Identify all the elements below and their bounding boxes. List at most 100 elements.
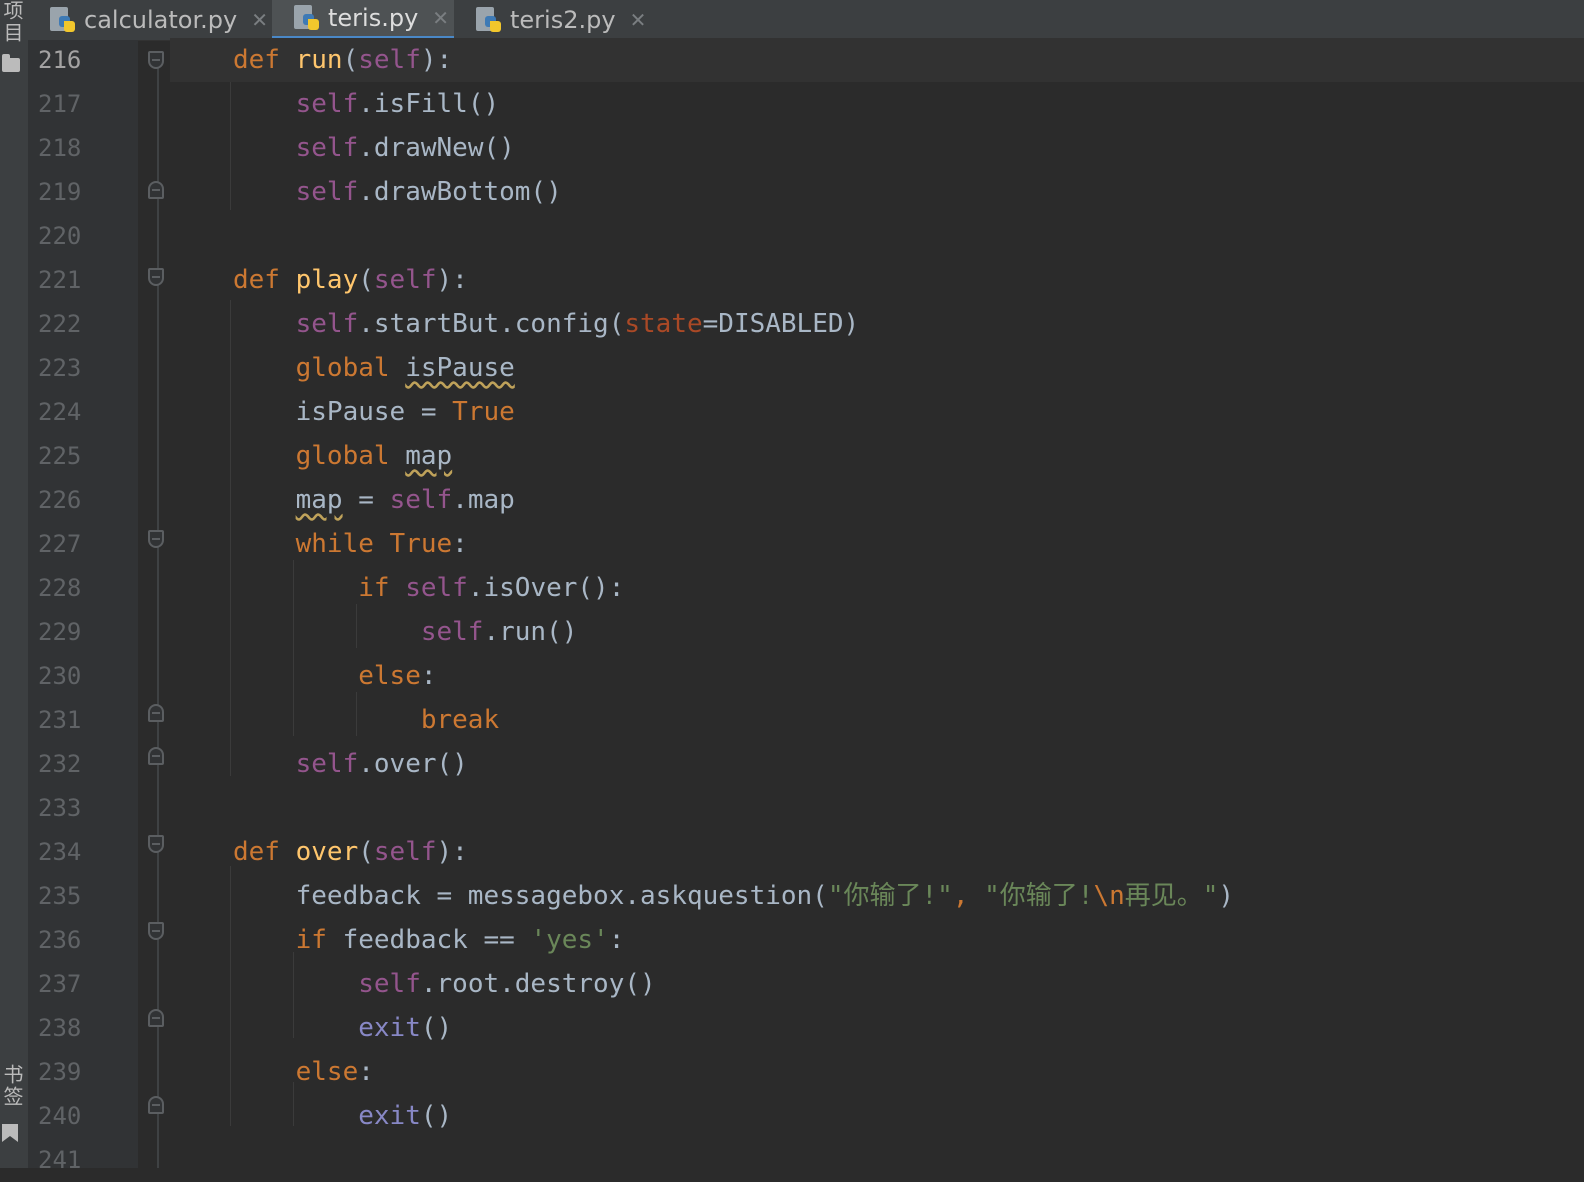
code-token: .drawNew()	[358, 133, 515, 163]
code-line[interactable]	[170, 214, 1584, 258]
fold-marker-icon[interactable]	[148, 530, 164, 548]
code-token: True	[389, 529, 453, 559]
code-token: .root.destroy()	[420, 969, 656, 999]
code-line[interactable]	[170, 1138, 1584, 1182]
code-line[interactable]: self.run()	[170, 610, 1584, 654]
code-token: while	[295, 529, 390, 559]
line-number-gutter[interactable]: 216 217 218 219 220 221 222 223 224 225 226 227 228 2…	[28, 40, 138, 1174]
code-token: ):	[436, 265, 468, 295]
code-line[interactable]: if self.isOver():	[170, 566, 1584, 610]
code-token: ,	[952, 881, 985, 911]
close-icon[interactable]: ✕	[251, 8, 268, 32]
fold-marker-icon[interactable]	[148, 181, 164, 199]
code-line[interactable]: isPause = True	[170, 390, 1584, 434]
code-text: isPause = True	[233, 390, 515, 434]
code-token: self	[295, 89, 359, 119]
tab-teris2-py[interactable]: teris2.py ✕	[454, 0, 654, 40]
code-token: else	[295, 1057, 359, 1087]
code-line[interactable]: global isPause	[170, 346, 1584, 390]
code-editor[interactable]: def run(self): self.isFill() self.drawNe…	[170, 38, 1584, 1168]
code-token: :	[608, 925, 625, 955]
tab-calculator-py[interactable]: calculator.py ✕	[28, 0, 272, 40]
bookmarks-tool-button[interactable]: 书签	[0, 1064, 24, 1108]
line-number: 219	[38, 178, 82, 206]
code-text: self.over()	[233, 742, 468, 786]
code-line[interactable]: self.drawBottom()	[170, 170, 1584, 214]
fold-marker-icon[interactable]	[148, 1009, 164, 1027]
fold-marker-icon[interactable]	[148, 268, 164, 286]
line-number: 224	[38, 398, 82, 426]
code-token: True	[452, 397, 515, 427]
fold-marker-icon[interactable]	[148, 51, 164, 69]
code-token: ()	[420, 1101, 453, 1131]
bookmark-icon[interactable]	[2, 1124, 18, 1142]
tool-window-stripe: 项目 书签	[0, 0, 29, 1168]
code-line[interactable]: else:	[170, 654, 1584, 698]
code-line[interactable]: self.isFill()	[170, 82, 1584, 126]
code-line[interactable]: feedback = messagebox.askquestion("你输了!"…	[170, 874, 1584, 918]
code-line[interactable]: self.root.destroy()	[170, 962, 1584, 1006]
code-line[interactable]: else:	[170, 1050, 1584, 1094]
code-text: self.isFill()	[233, 82, 500, 126]
code-line[interactable]: global map	[170, 434, 1584, 478]
code-line[interactable]: break	[170, 698, 1584, 742]
project-tool-button[interactable]: 项目	[0, 0, 24, 44]
folder-icon[interactable]	[2, 54, 20, 72]
close-icon[interactable]: ✕	[432, 6, 449, 30]
code-text: def run(self):	[233, 38, 452, 82]
line-number: 221	[38, 266, 82, 294]
code-line[interactable]: self.drawNew()	[170, 126, 1584, 170]
close-icon[interactable]: ✕	[630, 8, 647, 32]
fold-marker-icon[interactable]	[148, 704, 164, 722]
code-text: else:	[233, 654, 436, 698]
line-number: 236	[38, 926, 82, 954]
warning-token: map	[405, 441, 453, 471]
code-line[interactable]: self.startBut.config(state=DISABLED)	[170, 302, 1584, 346]
code-line[interactable]: exit()	[170, 1006, 1584, 1050]
fold-marker-icon[interactable]	[148, 1096, 164, 1114]
code-token: 再见。"	[1124, 881, 1219, 911]
code-token: .isFill()	[358, 89, 500, 119]
code-line[interactable]	[170, 786, 1584, 830]
code-token: .map	[452, 485, 515, 515]
code-token: def	[233, 265, 296, 295]
code-token: =DISABLED)	[702, 309, 860, 339]
code-token: )	[1218, 881, 1235, 911]
code-token: over	[295, 837, 359, 867]
code-token: :	[358, 1057, 374, 1087]
fold-outline	[157, 64, 159, 1168]
line-number: 222	[38, 310, 82, 338]
fold-marker-icon[interactable]	[148, 747, 164, 765]
code-line[interactable]: map = self.map	[170, 478, 1584, 522]
code-token: if	[358, 573, 406, 603]
tab-teris-py[interactable]: teris.py ✕	[272, 0, 454, 40]
code-token: =	[342, 485, 390, 515]
warning-token: isPause	[405, 353, 515, 383]
code-line[interactable]: def over(self):	[170, 830, 1584, 874]
fold-marker-icon[interactable]	[148, 835, 164, 853]
code-token: self	[295, 177, 359, 207]
code-line[interactable]: if feedback == 'yes':	[170, 918, 1584, 962]
code-token: self	[389, 485, 453, 515]
code-line[interactable]: def play(self):	[170, 258, 1584, 302]
code-text: map = self.map	[233, 478, 515, 522]
code-token: .drawBottom()	[358, 177, 562, 207]
code-line[interactable]: def run(self):	[170, 38, 1584, 82]
code-line[interactable]: while True:	[170, 522, 1584, 566]
line-number: 226	[38, 486, 82, 514]
code-text: exit()	[233, 1094, 452, 1138]
code-text: self.startBut.config(state=DISABLED)	[233, 302, 860, 346]
code-token: .over()	[358, 749, 468, 779]
code-line[interactable]: self.over()	[170, 742, 1584, 786]
fold-marker-icon[interactable]	[148, 922, 164, 940]
code-line[interactable]: exit()	[170, 1094, 1584, 1138]
